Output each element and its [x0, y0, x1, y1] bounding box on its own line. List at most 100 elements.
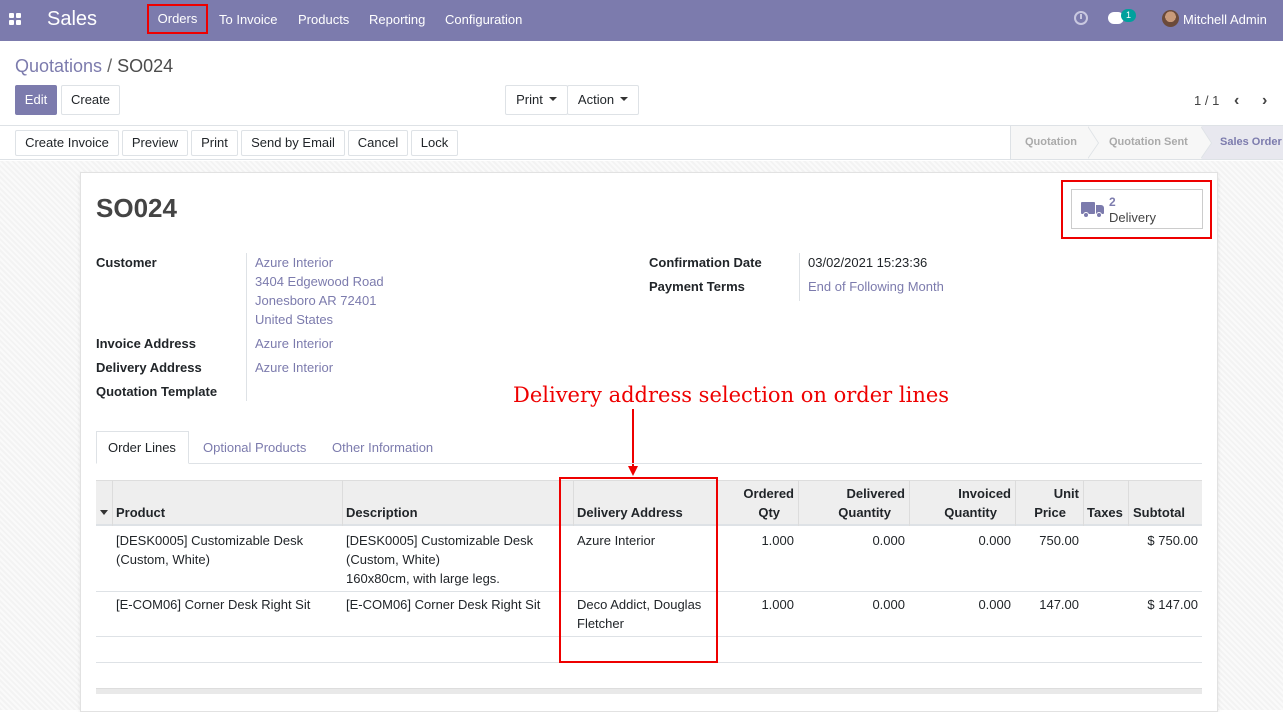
chevron-down-icon [620, 97, 629, 101]
delivery-count: 2 [1109, 195, 1116, 209]
action-dropdown[interactable]: Action [567, 85, 639, 115]
edit-button[interactable]: Edit [15, 85, 57, 115]
user-menu[interactable]: Mitchell Admin [1183, 12, 1267, 27]
menu-configuration[interactable]: Configuration [445, 12, 522, 27]
row-invoiced-qty: 0.000 [978, 533, 1011, 548]
table-footer [96, 688, 1202, 694]
column-header-invoiced-qty[interactable]: Invoiced [913, 486, 1011, 501]
top-navbar: Sales Orders To Invoice Products Reporti… [0, 0, 1283, 41]
column-separator [1128, 480, 1129, 526]
confirmation-date-value: 03/02/2021 15:23:36 [808, 255, 928, 270]
column-header-delivered-qty[interactable]: Delivered [802, 486, 905, 501]
column-separator [909, 480, 910, 526]
menu-orders[interactable]: Orders [147, 4, 208, 34]
column-separator [1083, 480, 1084, 526]
preview-button[interactable]: Preview [122, 130, 188, 156]
row-unit-price: 750.00 [1039, 533, 1079, 548]
menu-to-invoice[interactable]: To Invoice [219, 12, 278, 27]
annotation-text: Delivery address selection on order line… [513, 383, 950, 407]
payment-terms-label: Payment Terms [649, 279, 745, 294]
pager-previous-icon[interactable]: ‹ [1234, 92, 1239, 110]
pager-value[interactable]: 1 / 1 [1194, 93, 1219, 108]
column-header-description[interactable]: Description [346, 505, 418, 520]
column-header-taxes[interactable]: Taxes [1087, 505, 1123, 520]
print-button[interactable]: Print [191, 130, 238, 156]
customer-country: United States [255, 312, 334, 327]
column-separator [1015, 480, 1016, 526]
column-header-ordered-qty-line2[interactable]: Qty [720, 505, 780, 520]
column-header-subtotal[interactable]: Subtotal [1133, 505, 1185, 520]
confirmation-date-label: Confirmation Date [649, 255, 762, 270]
create-button[interactable]: Create [61, 85, 120, 115]
row-description-line2: (Custom, White) [346, 552, 440, 567]
delivery-smart-button[interactable]: 2 Delivery [1071, 189, 1203, 229]
column-header-unit-price-line2[interactable]: Price [1019, 505, 1066, 520]
cancel-button[interactable]: Cancel [348, 130, 408, 156]
breadcrumb-separator: / [107, 56, 113, 76]
row-unit-price: 147.00 [1039, 597, 1079, 612]
tab-optional-products[interactable]: Optional Products [203, 440, 306, 455]
breadcrumb: Quotations / SO024 [15, 56, 173, 77]
column-header-invoiced-qty-line2[interactable]: Quantity [913, 505, 997, 520]
create-invoice-button[interactable]: Create Invoice [15, 130, 119, 156]
send-by-email-button[interactable]: Send by Email [241, 130, 345, 156]
row-invoiced-qty: 0.000 [978, 597, 1011, 612]
field-divider [799, 253, 800, 301]
column-separator [342, 480, 343, 526]
customer-name[interactable]: Azure Interior [255, 255, 333, 270]
stage-chevron-icon [1200, 126, 1213, 159]
row-subtotal: $ 750.00 [1147, 533, 1198, 548]
field-divider [246, 253, 247, 401]
action-dropdown-label: Action [577, 92, 615, 107]
column-separator [112, 480, 113, 526]
row-description: [DESK0005] Customizable Desk [346, 533, 534, 548]
print-dropdown[interactable]: Print [505, 85, 568, 115]
annotation-arrow-head-icon [628, 466, 638, 476]
tab-order-lines[interactable]: Order Lines [108, 440, 176, 455]
sort-caret-icon[interactable] [100, 510, 108, 515]
quotation-template-label: Quotation Template [96, 384, 218, 399]
row-product-line2: (Custom, White) [116, 552, 210, 567]
row-description: [E-COM06] Corner Desk Right Sit [346, 597, 541, 612]
statusbar: Create Invoice Preview Print Send by Ema… [0, 125, 1283, 160]
stage-quotation[interactable]: Quotation [1025, 136, 1077, 148]
column-header-product[interactable]: Product [116, 505, 165, 520]
print-dropdown-label: Print [516, 92, 543, 107]
annotation-arrow-line [632, 409, 634, 469]
row-subtotal: $ 147.00 [1147, 597, 1198, 612]
tabs-divider [96, 463, 1202, 464]
menu-reporting[interactable]: Reporting [369, 12, 425, 27]
chevron-down-icon [548, 97, 557, 101]
delivery-address-value[interactable]: Azure Interior [255, 360, 333, 375]
tab-other-information[interactable]: Other Information [332, 440, 433, 455]
record-title: SO024 [96, 193, 177, 223]
activity-clock-icon[interactable] [1074, 11, 1088, 25]
invoice-address-value[interactable]: Azure Interior [255, 336, 333, 351]
delivery-label: Delivery [1109, 210, 1156, 225]
app-name[interactable]: Sales [47, 8, 97, 31]
invoice-address-label: Invoice Address [96, 336, 196, 351]
row-product: [DESK0005] Customizable Desk [116, 533, 304, 548]
stage-quotation-sent[interactable]: Quotation Sent [1109, 136, 1188, 148]
breadcrumb-quotations[interactable]: Quotations [15, 56, 102, 76]
column-header-unit-price[interactable]: Unit [1019, 486, 1079, 501]
row-delivered-qty: 0.000 [872, 533, 905, 548]
notification-badge: 1 [1121, 9, 1136, 22]
column-header-ordered-qty[interactable]: Ordered [720, 486, 794, 501]
column-separator [798, 480, 799, 526]
delivery-address-column-highlight [559, 477, 718, 663]
lock-button[interactable]: Lock [411, 130, 458, 156]
row-delivered-qty: 0.000 [872, 597, 905, 612]
breadcrumb-current: SO024 [117, 56, 174, 76]
row-ordered-qty: 1.000 [761, 533, 794, 548]
menu-products[interactable]: Products [298, 12, 349, 27]
column-header-delivered-qty-line2[interactable]: Quantity [802, 505, 891, 520]
pager-next-icon[interactable]: › [1262, 92, 1267, 110]
row-ordered-qty: 1.000 [761, 597, 794, 612]
row-description-line3: 160x80cm, with large legs. [346, 571, 500, 586]
avatar[interactable] [1162, 10, 1179, 27]
apps-menu-icon[interactable] [9, 13, 22, 26]
payment-terms-value[interactable]: End of Following Month [808, 279, 944, 294]
stage-chevron-icon [1087, 126, 1100, 159]
customer-label: Customer [96, 255, 157, 270]
